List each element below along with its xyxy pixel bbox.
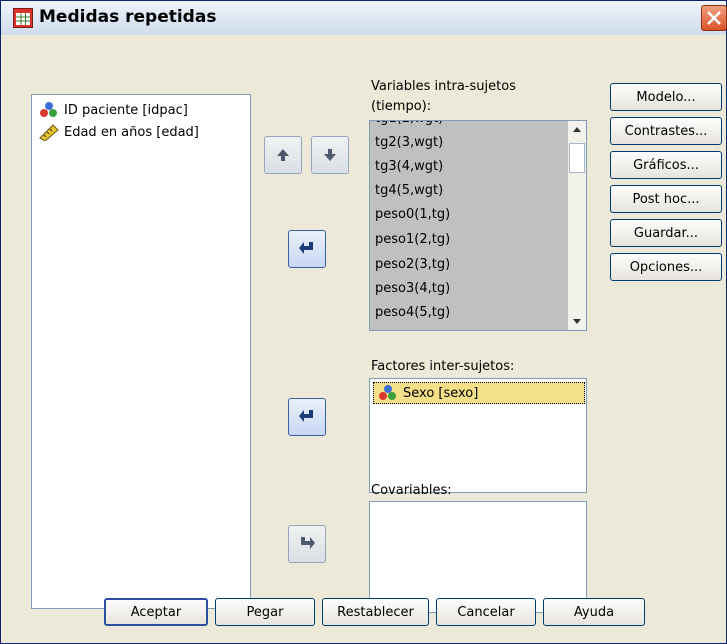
post-hoc-button[interactable]: Post hoc... xyxy=(610,185,722,213)
guardar-button[interactable]: Guardar... xyxy=(610,219,722,247)
title-bar[interactable]: Medidas repetidas xyxy=(1,1,727,36)
list-item-label: Sexo [sexo] xyxy=(403,385,479,401)
nominal-variable-icon xyxy=(40,102,57,117)
pegar-button[interactable]: Pegar xyxy=(215,598,315,626)
dialog-body: ID paciente [idpac] Edad en años [edad] xyxy=(1,35,726,643)
covariates-list[interactable] xyxy=(369,501,587,613)
move-down-button[interactable] xyxy=(311,136,349,174)
within-subjects-label-sub: (tiempo): xyxy=(371,99,432,114)
aceptar-button[interactable]: Aceptar xyxy=(104,598,208,626)
close-button[interactable] xyxy=(701,5,727,31)
list-item[interactable]: tg1(2,wgt) xyxy=(375,121,443,129)
vertical-scrollbar[interactable] xyxy=(567,121,586,330)
contrastes-button[interactable]: Contrastes... xyxy=(610,117,722,145)
list-item[interactable]: peso2(3,tg) xyxy=(375,255,450,275)
scroll-thumb[interactable] xyxy=(569,143,585,173)
scale-variable-icon xyxy=(39,124,59,141)
list-item[interactable]: peso3(4,tg) xyxy=(375,279,450,299)
data-grid-icon xyxy=(13,8,33,28)
list-item[interactable]: tg4(5,wgt) xyxy=(375,181,443,201)
arrow-back-icon xyxy=(299,410,313,422)
list-item-label: ID paciente [idpac] xyxy=(64,102,188,118)
list-item[interactable]: Sexo [sexo] xyxy=(373,382,585,404)
scroll-up-icon xyxy=(573,127,581,132)
scroll-down-icon xyxy=(573,319,581,324)
nominal-variable-icon xyxy=(379,385,396,400)
opciones-button[interactable]: Opciones... xyxy=(610,253,722,281)
between-subjects-list[interactable]: Sexo [sexo] xyxy=(369,378,587,493)
scroll-up-button[interactable] xyxy=(569,122,585,138)
arrow-down-icon xyxy=(324,149,336,161)
modelo-button[interactable]: Modelo... xyxy=(610,83,722,111)
ayuda-button[interactable]: Ayuda xyxy=(543,598,645,626)
transfer-within-button[interactable] xyxy=(288,230,326,268)
window-title: Medidas repetidas xyxy=(39,7,217,27)
within-subjects-label: Variables intra-sujetos xyxy=(371,79,516,94)
transfer-between-button[interactable] xyxy=(288,398,326,436)
transfer-covariates-button[interactable] xyxy=(288,525,326,563)
covariates-label: Covariables: xyxy=(371,483,452,498)
cancelar-button[interactable]: Cancelar xyxy=(436,598,536,626)
restablecer-button[interactable]: Restablecer xyxy=(322,598,429,626)
close-icon xyxy=(707,11,721,25)
arrow-back-icon xyxy=(299,242,313,254)
list-item[interactable]: tg3(4,wgt) xyxy=(375,157,443,177)
graficos-button[interactable]: Gráficos... xyxy=(610,151,722,179)
arrow-up-icon xyxy=(277,149,289,161)
source-variable-list[interactable]: ID paciente [idpac] Edad en años [edad] xyxy=(31,94,251,609)
list-item[interactable]: Edad en años [edad] xyxy=(38,122,199,142)
list-item-label: Edad en años [edad] xyxy=(64,124,199,140)
list-item[interactable]: peso0(1,tg) xyxy=(375,205,450,225)
scroll-down-button[interactable] xyxy=(569,313,585,329)
list-item[interactable]: peso4(5,tg) xyxy=(375,303,450,323)
dialog-window: Medidas repetidas ID paciente [idpac] Ed… xyxy=(0,0,727,644)
move-up-button[interactable] xyxy=(264,136,302,174)
list-item[interactable]: ID paciente [idpac] xyxy=(38,100,188,120)
within-subjects-list[interactable]: tg1(2,wgt) tg2(3,wgt) tg3(4,wgt) tg4(5,w… xyxy=(369,120,587,331)
arrow-forward-icon xyxy=(301,537,315,549)
list-item[interactable]: tg2(3,wgt) xyxy=(375,133,443,153)
between-subjects-label: Factores inter-sujetos: xyxy=(371,359,515,374)
list-item[interactable]: peso1(2,tg) xyxy=(375,230,450,250)
